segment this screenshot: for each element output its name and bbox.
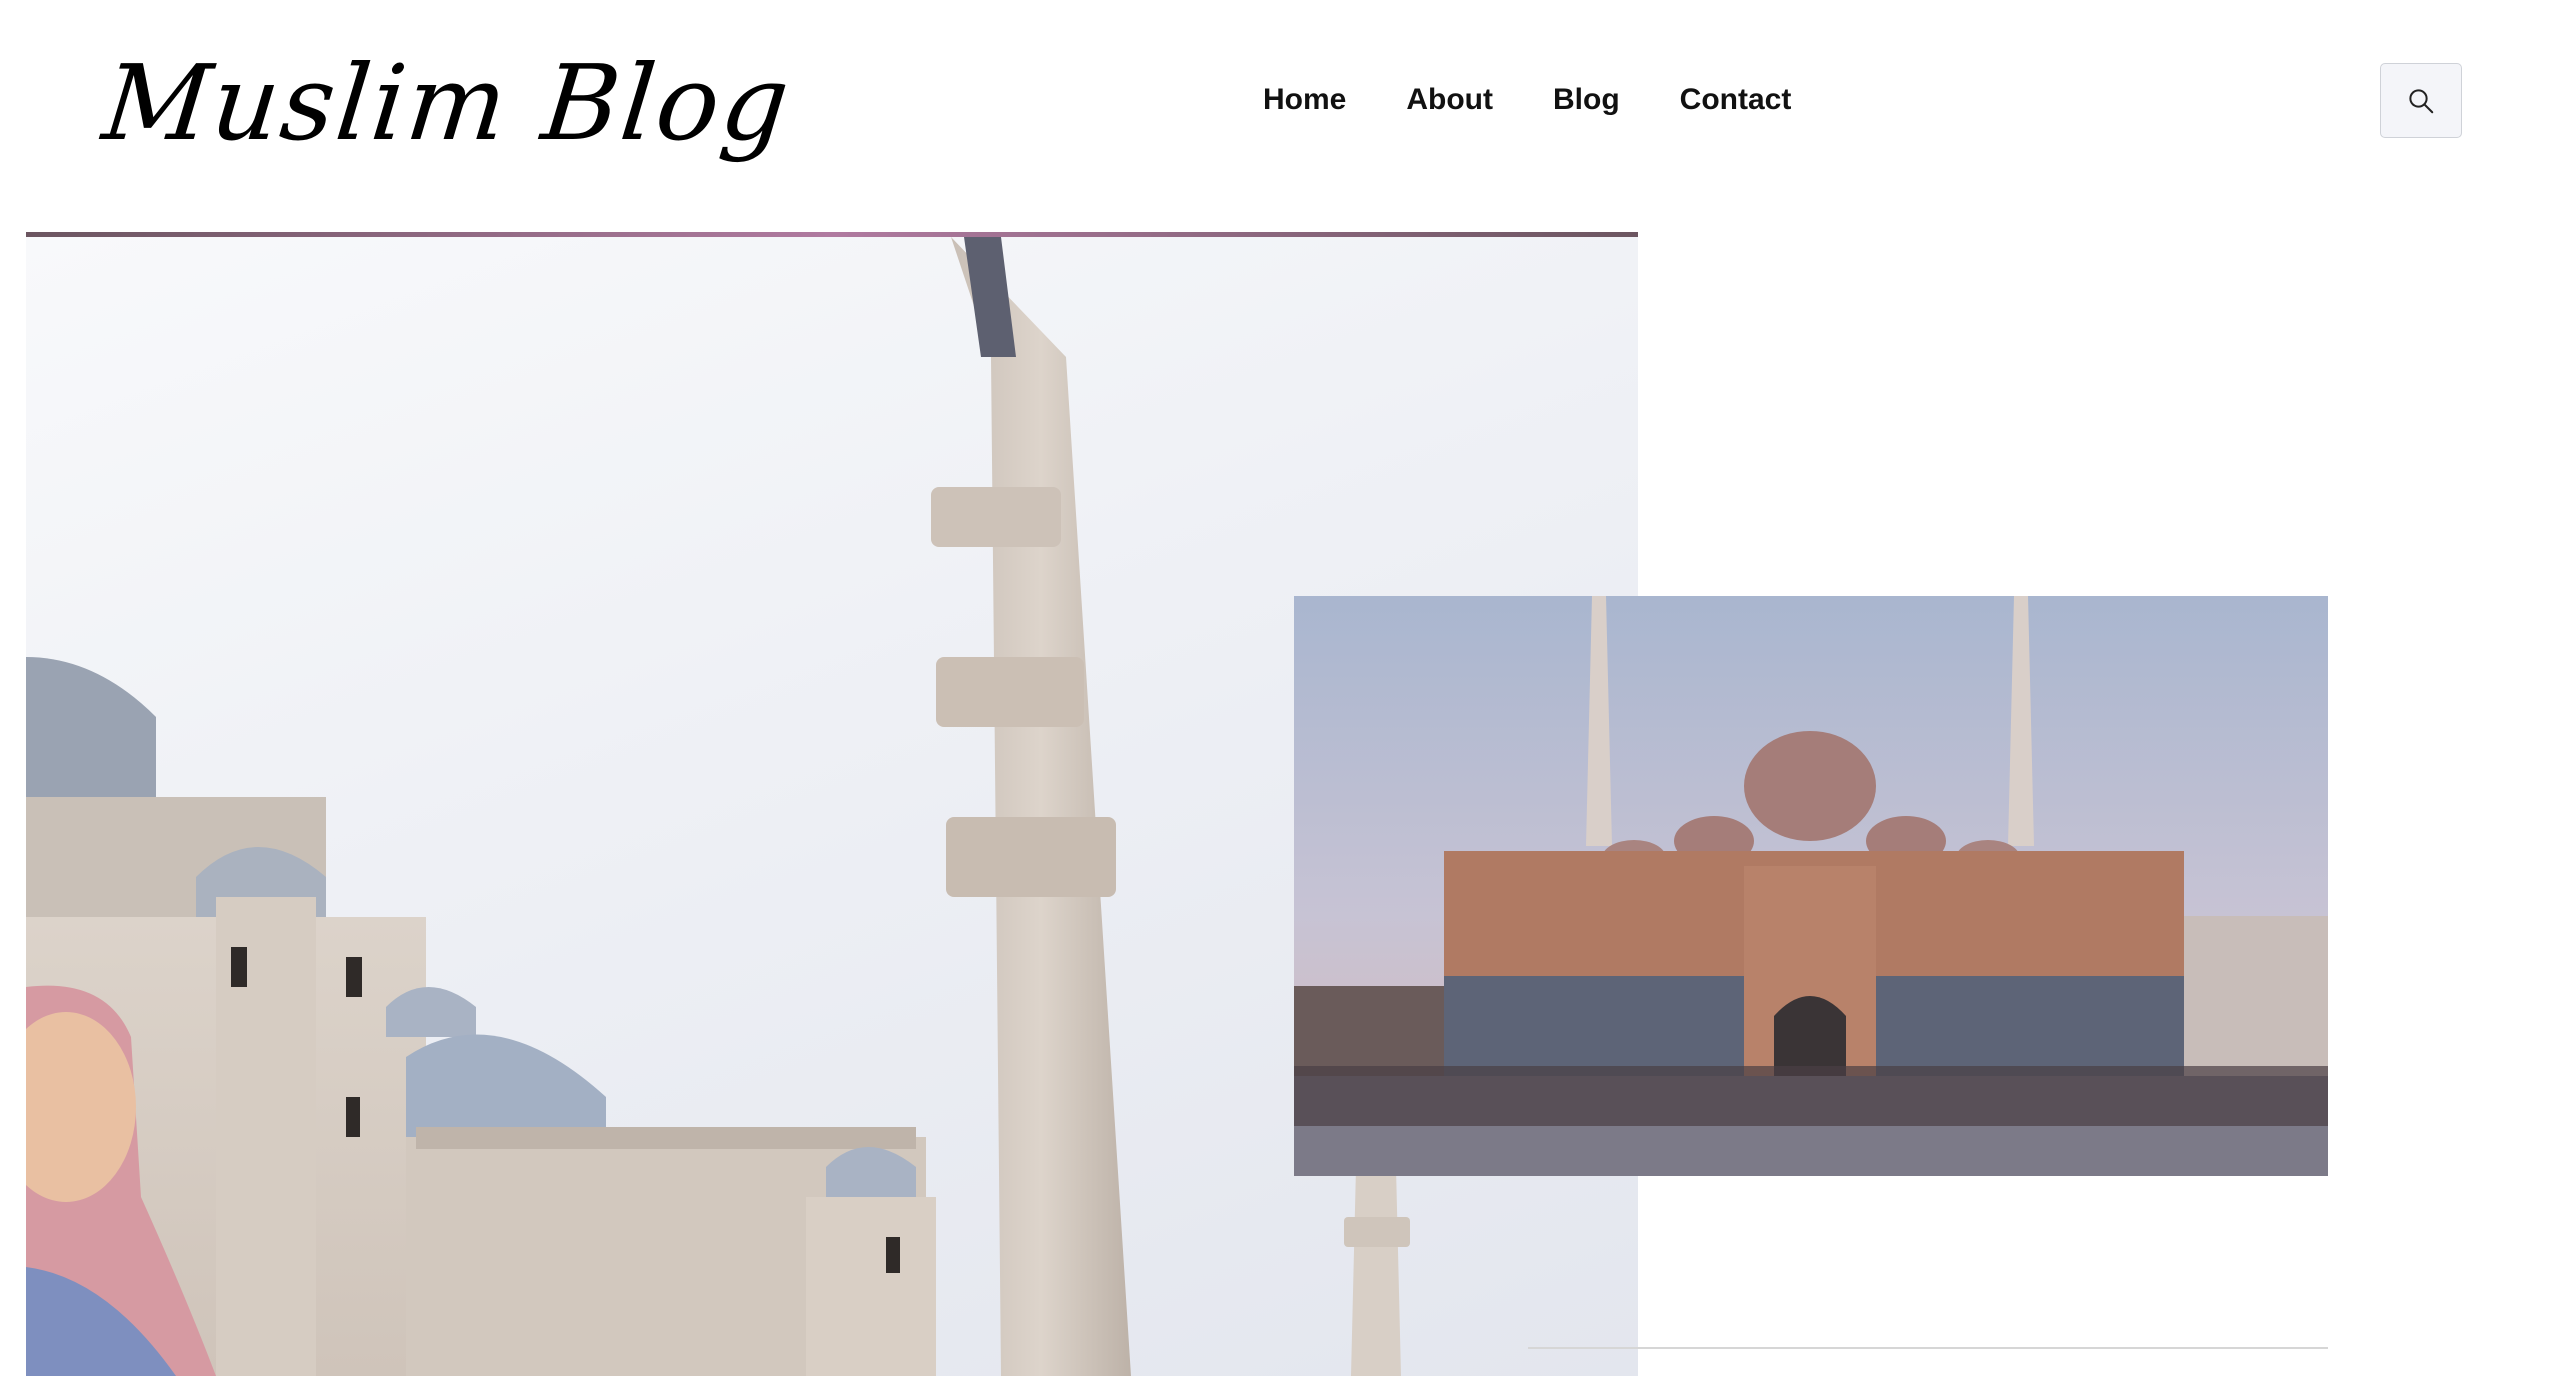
site-logo[interactable]: Muslim Blog — [97, 36, 797, 171]
main-nav: Home About Blog Contact — [1263, 78, 1791, 122]
inset-mosque-photo — [1294, 596, 2328, 1176]
divider-line — [1528, 1347, 2328, 1349]
nav-link-blog[interactable]: Blog — [1553, 78, 1620, 122]
nav-link-about[interactable]: About — [1406, 78, 1493, 122]
search-icon — [2409, 88, 2434, 113]
nav-link-home[interactable]: Home — [1263, 78, 1346, 122]
nav-link-contact[interactable]: Contact — [1680, 78, 1792, 122]
search-button[interactable] — [2380, 63, 2462, 138]
site-header: Muslim Blog Home About Blog Contact — [0, 0, 2552, 230]
